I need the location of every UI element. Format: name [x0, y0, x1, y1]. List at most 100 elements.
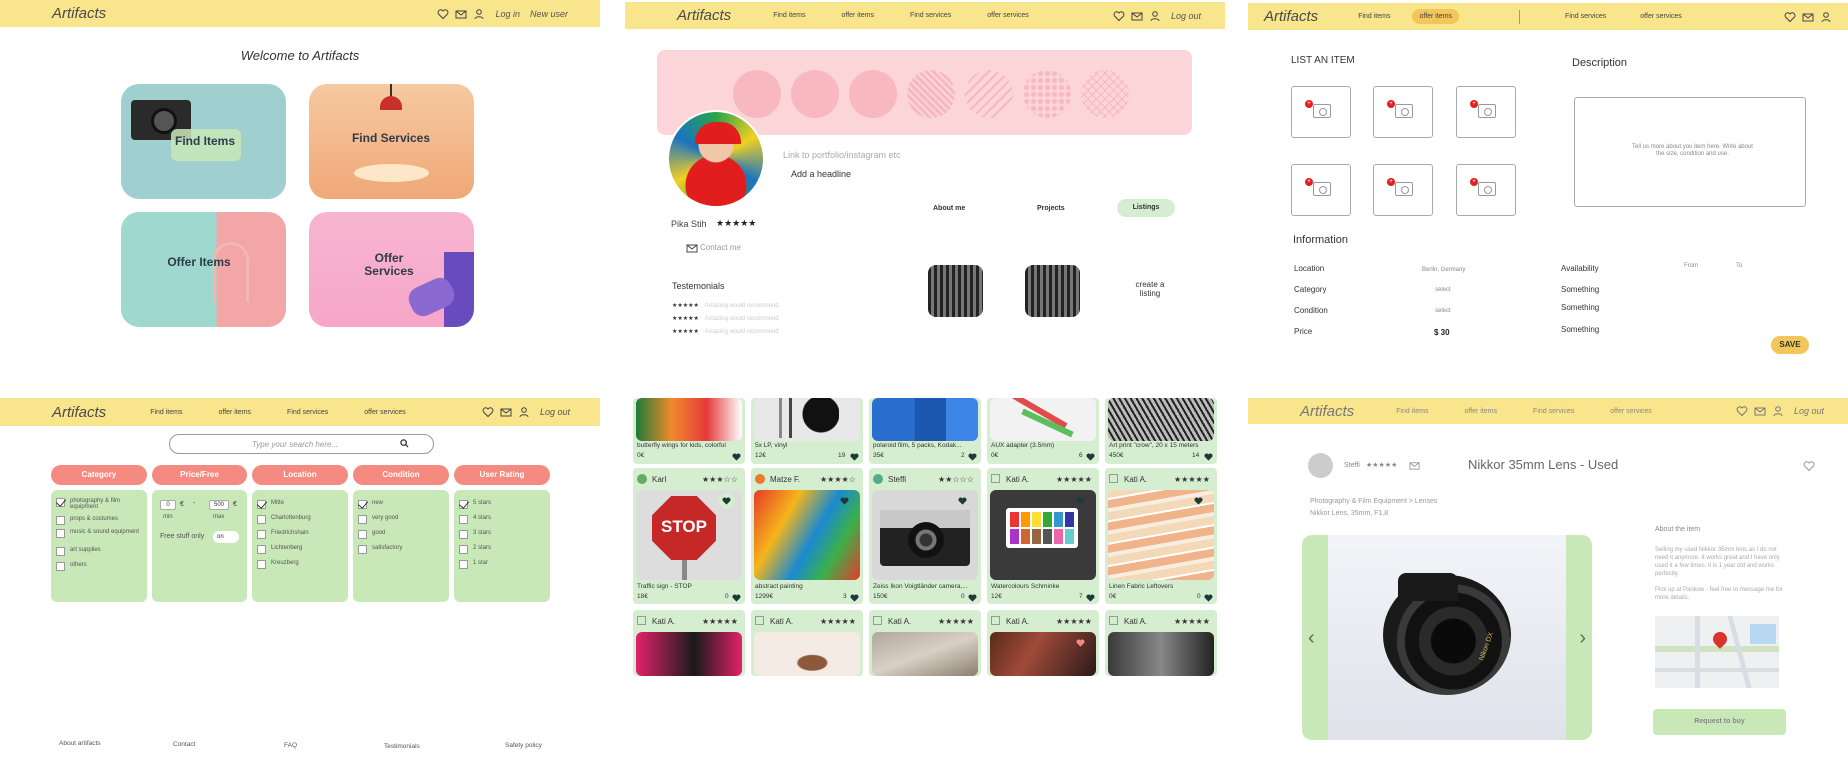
filter-option[interactable]: 5 stars: [459, 500, 491, 509]
filter-option[interactable]: Charlottenburg: [257, 515, 311, 524]
heart-icon[interactable]: [1076, 497, 1085, 505]
checkbox[interactable]: [257, 545, 266, 554]
photo-upload-slot[interactable]: +: [1291, 164, 1351, 216]
item-card[interactable]: Kati A. ★★★★★ Watercolours Schminke 12€ …: [987, 468, 1099, 604]
filter-option[interactable]: good: [358, 530, 385, 539]
portfolio-link-input[interactable]: Link to portfolio/instagram etc: [783, 150, 901, 160]
footer-safety-link[interactable]: Safety policy: [505, 742, 542, 749]
availability-from[interactable]: From: [1684, 263, 1698, 269]
photo-upload-slot[interactable]: +: [1373, 86, 1433, 138]
mail-icon[interactable]: [455, 8, 467, 20]
footer-about-link[interactable]: About artifacts: [59, 740, 101, 747]
footer-testimonials-link[interactable]: Testimonials: [384, 743, 420, 750]
heart-icon[interactable]: [1194, 497, 1203, 505]
request-to-buy-button[interactable]: Request to buy: [1653, 709, 1786, 735]
image-carousel[interactable]: Nikon DX ‹ ›: [1302, 535, 1592, 740]
search-icon[interactable]: [400, 439, 409, 448]
breadcrumb[interactable]: Photography & Film Equipment > Lenses: [1310, 498, 1437, 505]
checkbox[interactable]: [56, 547, 65, 556]
nav-offer-items[interactable]: offer items: [1464, 408, 1497, 415]
checkbox[interactable]: [358, 545, 367, 554]
mail-icon[interactable]: [1131, 10, 1143, 22]
logo[interactable]: Artifacts: [1300, 403, 1354, 420]
item-card[interactable]: Kati A. ★★★★★: [751, 610, 863, 676]
find-services-tile[interactable]: Find Services: [309, 84, 474, 199]
logo[interactable]: Artifacts: [52, 404, 106, 421]
logout-link[interactable]: Log out: [540, 407, 570, 417]
heart-icon[interactable]: [850, 594, 859, 602]
rating-filter-pill[interactable]: User Rating: [454, 465, 550, 485]
nav-find-services[interactable]: Find services: [910, 12, 951, 19]
photo-upload-slot[interactable]: +: [1456, 164, 1516, 216]
user-icon[interactable]: [1772, 405, 1784, 417]
nav-offer-services[interactable]: offer services: [1640, 13, 1682, 20]
logo[interactable]: Artifacts: [677, 7, 731, 24]
filter-option[interactable]: music & sound equipment: [56, 529, 144, 538]
filter-option[interactable]: 3 stars: [459, 530, 491, 539]
footer-contact-link[interactable]: Contact: [173, 741, 195, 748]
heart-icon[interactable]: [968, 594, 977, 602]
heart-icon[interactable]: [732, 453, 741, 461]
filter-option[interactable]: satisfactory: [358, 545, 402, 554]
logo[interactable]: Artifacts: [52, 5, 106, 22]
tab-listings[interactable]: Listings: [1117, 199, 1175, 217]
price-filter-pill[interactable]: Price/Free: [152, 465, 247, 485]
condition-select[interactable]: select: [1435, 308, 1451, 314]
mail-icon[interactable]: [500, 406, 512, 418]
photo-upload-slot[interactable]: +: [1291, 86, 1351, 138]
chevron-left-icon[interactable]: ‹: [1308, 627, 1315, 650]
offer-services-tile[interactable]: Offer Services: [309, 212, 474, 327]
checkbox[interactable]: [358, 500, 367, 509]
item-card[interactable]: Art print "crow", 20 x 15 meters 450€ 14: [1105, 398, 1217, 464]
price-max-input[interactable]: 500: [209, 500, 229, 510]
nav-find-items[interactable]: Find items: [1358, 13, 1390, 20]
filter-option[interactable]: art supplies: [56, 547, 144, 556]
mail-icon[interactable]: [1409, 460, 1420, 471]
mail-icon[interactable]: [1754, 405, 1766, 417]
nav-offer-services[interactable]: offer services: [987, 12, 1029, 19]
filter-option[interactable]: new: [358, 500, 383, 509]
checkbox[interactable]: [56, 529, 65, 538]
user-icon[interactable]: [518, 406, 530, 418]
user-icon[interactable]: [473, 8, 485, 20]
user-icon[interactable]: [1820, 11, 1832, 23]
nav-find-items[interactable]: Find items: [773, 12, 805, 19]
nav-offer-items[interactable]: offer items: [1412, 9, 1460, 24]
heart-icon[interactable]: [1086, 453, 1095, 461]
save-button[interactable]: SAVE: [1771, 336, 1809, 354]
logout-link[interactable]: Log out: [1171, 11, 1201, 21]
filter-option[interactable]: Mitte: [257, 500, 284, 509]
mail-icon[interactable]: [686, 242, 698, 254]
checkbox[interactable]: [459, 545, 468, 554]
nav-offer-services[interactable]: offer services: [364, 409, 406, 416]
item-card[interactable]: Karl ★★★☆☆ STOP Traffic sign - STOP 18€ …: [633, 468, 745, 604]
seller-name[interactable]: Steffi: [1344, 462, 1360, 469]
heart-icon[interactable]: [1204, 453, 1213, 461]
nav-find-services[interactable]: Find services: [1565, 13, 1606, 20]
item-card[interactable]: polaroid film, 5 packs, Kodak... 35€ 2: [869, 398, 981, 464]
listing-thumbnail[interactable]: [928, 265, 983, 317]
filter-option[interactable]: 4 stars: [459, 515, 491, 524]
search-input[interactable]: Type your search here...: [169, 434, 434, 454]
checkbox[interactable]: [56, 498, 65, 507]
new-user-link[interactable]: New user: [530, 9, 568, 19]
item-card[interactable]: Kati A. ★★★★★: [869, 610, 981, 676]
contact-link[interactable]: Contact me: [700, 243, 741, 252]
item-card[interactable]: Matze F. ★★★★☆ abstract painting 1299€ 3: [751, 468, 863, 604]
filter-option[interactable]: Lichtenberg: [257, 545, 302, 554]
checkbox[interactable]: [459, 530, 468, 539]
category-select[interactable]: select: [1435, 287, 1451, 293]
item-card[interactable]: Kati A. ★★★★★ Linen Fabric Leftovers 0€ …: [1105, 468, 1217, 604]
nav-offer-items[interactable]: offer items: [218, 409, 251, 416]
filter-option[interactable]: photography & film equipment: [56, 498, 144, 510]
login-link[interactable]: Log in: [495, 9, 520, 19]
nav-offer-items[interactable]: offer items: [841, 12, 874, 19]
category-filter-pill[interactable]: Category: [51, 465, 147, 485]
offer-items-tile[interactable]: Offer Items: [121, 212, 286, 327]
footer-faq-link[interactable]: FAQ: [284, 742, 297, 749]
heart-icon[interactable]: [732, 594, 741, 602]
item-card[interactable]: 5x LP, vinyl 12€ 19: [751, 398, 863, 464]
heart-icon[interactable]: [1086, 594, 1095, 602]
location-value[interactable]: Berlin, Germany: [1422, 267, 1465, 273]
checkbox[interactable]: [459, 515, 468, 524]
